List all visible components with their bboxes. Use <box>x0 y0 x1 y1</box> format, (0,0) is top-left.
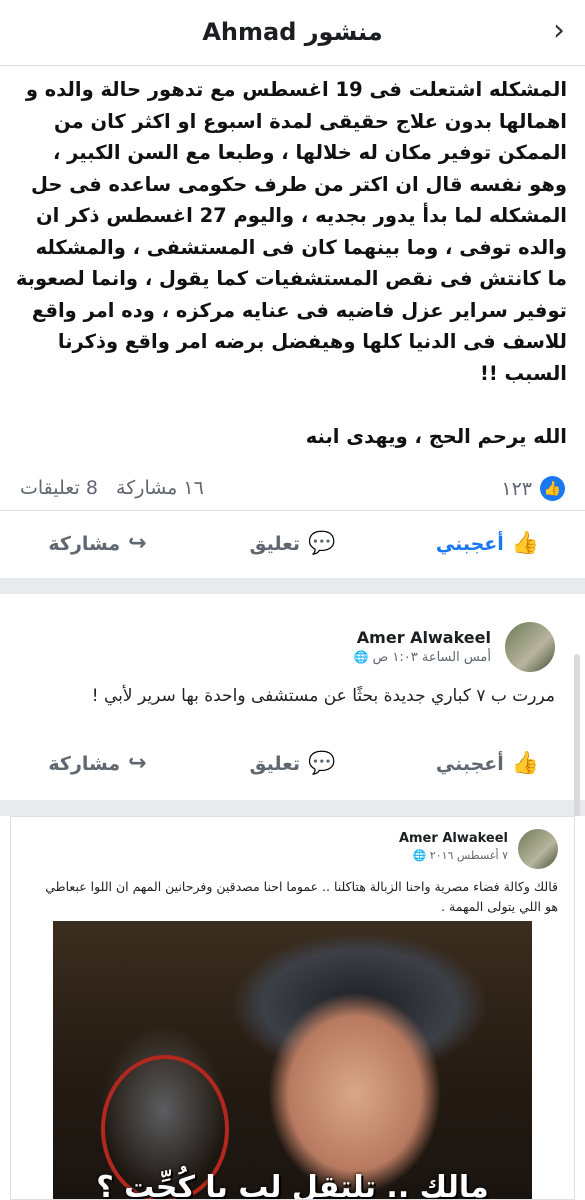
globe-icon: 🌐 <box>353 650 369 664</box>
comment-actions: 👍 أعجبني 💬 تعليق ↪ مشاركة <box>0 734 585 794</box>
reactions-summary[interactable]: 👍 ١٢٣ <box>501 476 565 501</box>
shared-post-card[interactable]: Amer Alwakeel ٧ أغسطس ٢٠١٦ 🌐 قالك وكالة … <box>10 816 575 1200</box>
comment-reply-label: تعليق <box>249 753 301 775</box>
comment-card: Amer Alwakeel أمس الساعة ١:٠٣ ص 🌐 مررت ب… <box>0 594 585 824</box>
thumbs-up-icon: 👍 <box>511 751 540 776</box>
shared-post-text: قالك وكالة فضاء مصرية واحنا الزبالة هتاك… <box>45 879 558 914</box>
share-arrow-icon: ↪ <box>128 751 147 776</box>
share-label: مشاركة <box>48 533 121 555</box>
comments-count: 8 تعليقات <box>20 477 98 499</box>
shared-post-author[interactable]: Amer Alwakeel <box>399 831 508 846</box>
reactions-count: ١٢٣ <box>501 477 532 500</box>
comment-bubble-icon: 💬 <box>308 751 336 776</box>
comment-like-label: أعجبني <box>435 753 504 775</box>
meme-image[interactable]: مالك .. تلتقل لب يا كُحِّت ؟ <box>53 921 532 1199</box>
chevron-right-icon[interactable]: › <box>553 16 565 46</box>
share-button[interactable]: ↪ مشاركة <box>0 514 195 574</box>
post-text: المشكله اشتعلت فى 19 اغسطس مع تدهور حالة… <box>15 78 567 448</box>
meme-caption: مالك .. تلتقل لب يا كُحِّت ؟ <box>96 1170 489 1199</box>
like-label: أعجبني <box>435 533 504 555</box>
comment-text: مررت ب ٧ كباري جديدة بحثًا عن مستشفى واح… <box>91 686 555 706</box>
post: المشكله اشتعلت فى 19 اغسطس مع تدهور حالة… <box>0 66 585 578</box>
shared-post: Amer Alwakeel ٧ أغسطس ٢٠١٦ 🌐 قالك وكالة … <box>0 816 585 1200</box>
shares-count: ١٦ مشاركة <box>116 477 204 499</box>
comment-button[interactable]: 💬 تعليق <box>195 514 390 574</box>
page-title: منشور Ahmad <box>202 18 383 46</box>
avatar[interactable] <box>505 622 555 672</box>
comment-like-button[interactable]: 👍 أعجبني <box>390 734 585 794</box>
comment-reply-button[interactable]: 💬 تعليق <box>195 734 390 794</box>
scrollbar[interactable] <box>574 654 580 824</box>
comment-time: أمس الساعة ١:٠٣ ص 🌐 <box>353 650 491 665</box>
like-button[interactable]: 👍 أعجبني <box>390 514 585 574</box>
header: منشور Ahmad › <box>0 0 585 66</box>
shared-post-time: ٧ أغسطس ٢٠١٦ 🌐 <box>413 849 508 862</box>
share-arrow-icon: ↪ <box>128 531 147 556</box>
comment-author[interactable]: Amer Alwakeel <box>357 628 491 647</box>
shared-post-time-text: ٧ أغسطس ٢٠١٦ <box>429 849 508 862</box>
comment-bubble-icon: 💬 <box>308 531 336 556</box>
avatar[interactable] <box>518 829 558 869</box>
comment-share-button[interactable]: ↪ مشاركة <box>0 734 195 794</box>
globe-icon: 🌐 <box>412 849 427 862</box>
post-actions: 👍 أعجبني 💬 تعليق ↪ مشاركة <box>0 514 585 574</box>
engagement-counts[interactable]: ١٦ مشاركة 8 تعليقات <box>20 477 204 499</box>
thumbs-up-icon: 👍 <box>511 531 540 556</box>
comment-share-label: مشاركة <box>48 753 121 775</box>
post-stats: 👍 ١٢٣ ١٦ مشاركة 8 تعليقات <box>0 466 585 511</box>
like-badge-icon: 👍 <box>540 476 565 501</box>
comment-label: تعليق <box>249 533 301 555</box>
comment-time-text: أمس الساعة ١:٠٣ ص <box>372 650 491 665</box>
